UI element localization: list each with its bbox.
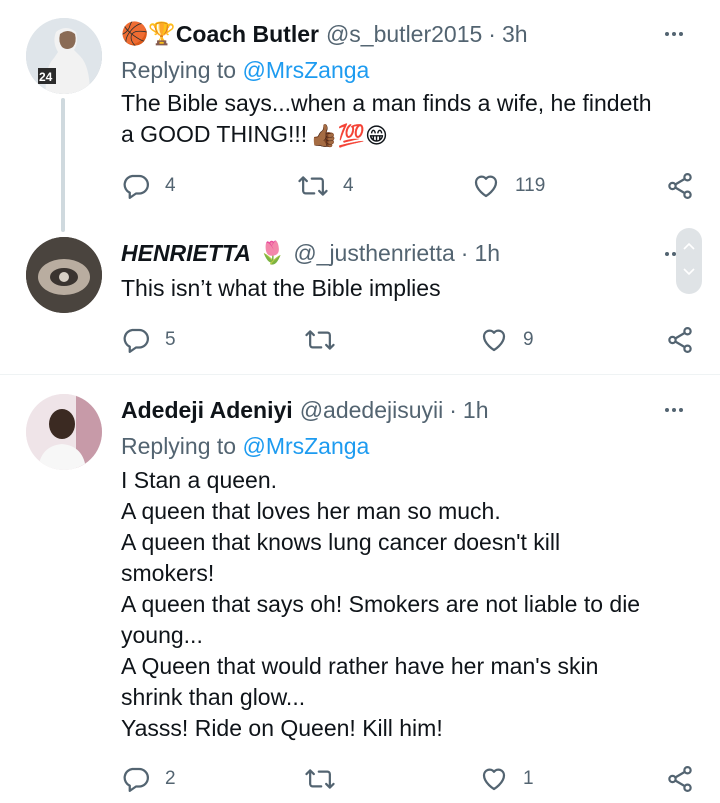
tweet-text-line: smokers! bbox=[121, 560, 215, 586]
reply-button[interactable]: 2 bbox=[121, 762, 176, 796]
retweet-icon bbox=[298, 176, 328, 196]
retweet-icon bbox=[305, 330, 335, 350]
more-icon bbox=[665, 252, 669, 256]
display-name[interactable]: Adedeji Adeniyi bbox=[121, 397, 293, 424]
thumbs-up-icon: 👍🏾 bbox=[310, 123, 338, 149]
share-icon bbox=[668, 173, 692, 199]
tweet-text-line: A queen that loves her man so much. bbox=[121, 498, 501, 524]
reply-icon bbox=[123, 174, 149, 199]
reply-count: 4 bbox=[165, 175, 176, 196]
like-count: 9 bbox=[523, 329, 534, 350]
tweet-actions: 5 9 bbox=[121, 323, 695, 357]
heart-icon bbox=[474, 175, 498, 198]
like-count: 119 bbox=[515, 175, 546, 196]
tweet-adedeji-adeniyi[interactable]: Adedeji Adeniyi @adedejisuyii · 1h Reply… bbox=[0, 375, 720, 803]
trophy-icon: 🏆 bbox=[148, 21, 176, 46]
tweet-header: HENRIETTA 🌷 @_justhenrietta · 1h bbox=[121, 236, 500, 270]
heart-icon bbox=[482, 768, 506, 791]
like-button[interactable]: 1 bbox=[479, 762, 534, 796]
mention-link[interactable]: @MrsZanga bbox=[242, 433, 369, 459]
timestamp[interactable]: 1h bbox=[474, 240, 500, 267]
tweet-henrietta[interactable]: HENRIETTA 🌷 @_justhenrietta · 1h This is… bbox=[0, 230, 720, 375]
thread-line bbox=[61, 98, 65, 232]
tweet-text-line: The Bible says...when a man finds a wife… bbox=[121, 90, 652, 116]
like-button[interactable]: 9 bbox=[479, 323, 534, 357]
tweet-text-line: shrink than glow... bbox=[121, 684, 306, 710]
tweet-text: The Bible says...when a man finds a wife… bbox=[121, 88, 701, 151]
basketball-icon: 🏀 bbox=[121, 21, 149, 46]
hundred-points-icon: 💯 bbox=[337, 123, 365, 149]
user-handle[interactable]: @s_butler2015 bbox=[326, 21, 482, 48]
reply-icon bbox=[123, 328, 149, 353]
retweet-button[interactable] bbox=[304, 323, 350, 357]
separator-dot: · bbox=[488, 20, 496, 47]
retweet-button[interactable] bbox=[304, 762, 350, 796]
share-button[interactable] bbox=[665, 323, 695, 357]
avatar-image bbox=[26, 394, 102, 470]
scrollbar[interactable] bbox=[676, 228, 702, 294]
chevron-down-icon bbox=[683, 268, 695, 276]
reply-button[interactable]: 4 bbox=[121, 169, 176, 203]
mention-link[interactable]: @MrsZanga bbox=[242, 57, 369, 83]
tweet-text-line: This isn’t what the Bible implies bbox=[121, 275, 441, 301]
more-icon bbox=[665, 408, 669, 412]
reply-prefix: Replying to bbox=[121, 57, 237, 83]
tweet-text: This isn’t what the Bible implies bbox=[121, 273, 701, 304]
avatar-image: 24 bbox=[26, 18, 102, 94]
tweet-actions: 4 4 119 bbox=[121, 169, 695, 203]
reply-context: Replying to @MrsZanga bbox=[121, 57, 369, 84]
user-handle[interactable]: @_justhenrietta bbox=[293, 240, 454, 267]
tweet-text-line: A queen that says oh! Smokers are not li… bbox=[121, 591, 641, 617]
share-button[interactable] bbox=[665, 169, 695, 203]
like-button[interactable]: 119 bbox=[471, 169, 545, 203]
tweet-actions: 2 1 bbox=[121, 762, 695, 796]
retweet-button[interactable]: 4 bbox=[297, 169, 354, 203]
avatar[interactable]: 24 bbox=[26, 18, 102, 94]
share-button[interactable] bbox=[665, 762, 695, 796]
tweet-text-line: young... bbox=[121, 622, 203, 648]
user-handle[interactable]: @adedejisuyii bbox=[300, 397, 444, 424]
separator-dot: · bbox=[449, 396, 457, 423]
avatar-image bbox=[26, 237, 102, 313]
reply-icon bbox=[123, 767, 149, 792]
tweet-header: Adedeji Adeniyi @adedejisuyii · 1h bbox=[121, 393, 489, 427]
tweet-text: I Stan a queen. A queen that loves her m… bbox=[121, 465, 701, 744]
timestamp[interactable]: 3h bbox=[502, 21, 528, 48]
like-count: 1 bbox=[523, 768, 534, 789]
more-options-button[interactable] bbox=[664, 20, 692, 48]
retweet-count: 4 bbox=[343, 175, 354, 196]
display-name[interactable]: HENRIETTA bbox=[121, 240, 251, 267]
tweet-text-line: I Stan a queen. bbox=[121, 467, 278, 493]
reply-prefix: Replying to bbox=[121, 433, 237, 459]
tweet-text-line: a GOOD THING!!! 👍🏾💯😁 bbox=[121, 119, 701, 151]
heart-icon bbox=[482, 329, 506, 352]
timestamp[interactable]: 1h bbox=[463, 397, 489, 424]
reply-button[interactable]: 5 bbox=[121, 323, 176, 357]
tweet-coach-butler[interactable]: 24 🏀 🏆 Coach Butler @s_butler2015 · 3h R… bbox=[0, 0, 720, 232]
avatar[interactable] bbox=[26, 394, 102, 470]
separator-dot: · bbox=[460, 239, 469, 266]
more-icon bbox=[665, 32, 669, 36]
grinning-face-icon: 😁 bbox=[364, 123, 388, 149]
tulip-icon: 🌷 bbox=[258, 240, 287, 265]
tweet-header: 🏀 🏆 Coach Butler @s_butler2015 · 3h bbox=[121, 17, 528, 51]
display-name[interactable]: Coach Butler bbox=[176, 21, 319, 48]
share-icon bbox=[668, 327, 692, 353]
share-icon bbox=[668, 766, 692, 792]
svg-text:24: 24 bbox=[39, 70, 53, 84]
tweet-text-line: Yasss! Ride on Queen! Kill him! bbox=[121, 715, 443, 741]
avatar[interactable] bbox=[26, 237, 102, 313]
reply-count: 2 bbox=[165, 768, 176, 789]
more-options-button[interactable] bbox=[664, 396, 692, 424]
reply-context: Replying to @MrsZanga bbox=[121, 433, 369, 460]
retweet-icon bbox=[305, 769, 335, 789]
reply-count: 5 bbox=[165, 329, 176, 350]
tweet-text-line: A queen that knows lung cancer doesn't k… bbox=[121, 529, 561, 555]
chevron-up-icon bbox=[683, 242, 695, 250]
tweet-text-line: A Queen that would rather have her man's… bbox=[121, 653, 599, 679]
